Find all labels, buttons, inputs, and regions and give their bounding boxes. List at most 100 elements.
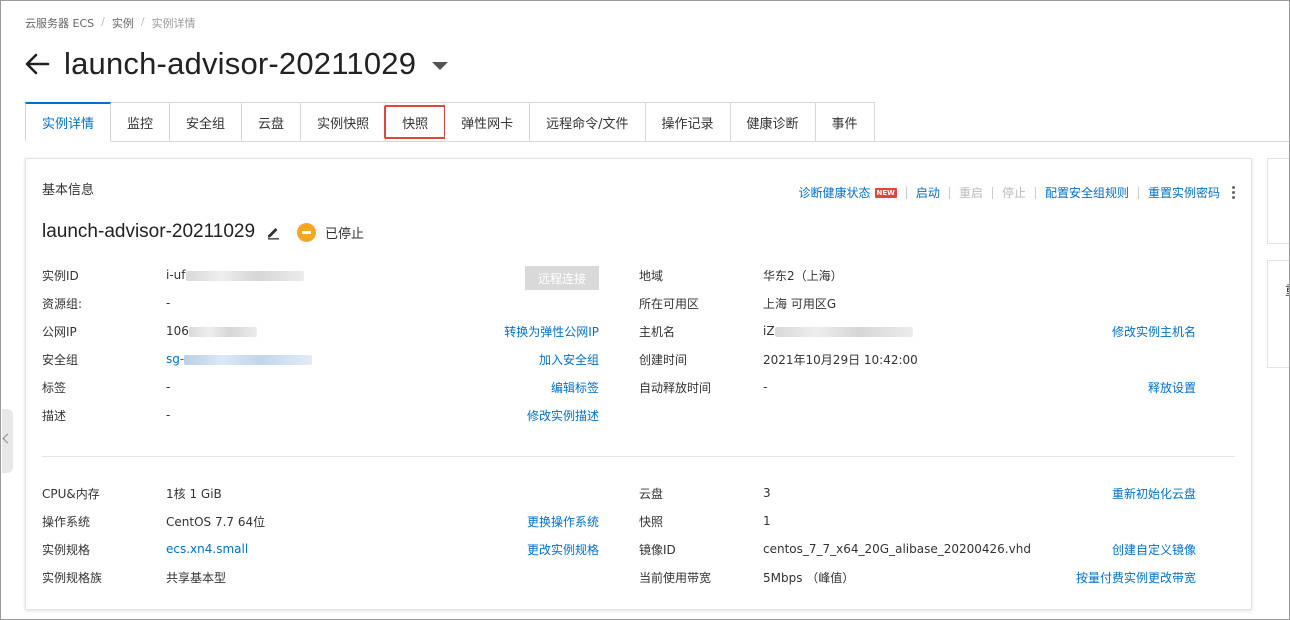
value: centos_7_7_x64_20G_alibase_20200426.vhd [763,542,1031,556]
value: - [763,380,768,394]
tab-label: 安全组 [186,116,226,132]
row-image-id: 镜像ID centos_7_7_x64_20G_alibase_20200426… [26,541,1253,557]
tab-label: 监控 [127,116,154,132]
tab-health-diagnosis[interactable]: 健康诊断 [730,102,816,142]
redacted-blur [774,326,913,337]
config-sg-rules-link[interactable]: 配置安全组规则 [1045,184,1129,201]
label: 自动释放时间 [639,380,712,395]
label: 地域 [639,268,664,283]
stop-button[interactable]: 停止 [1002,184,1026,201]
row-region: 地域 华东2（上海） [26,267,1253,283]
value: 上海 可用区G [763,296,837,311]
reset-password-link[interactable]: 重置实例密码 [1148,184,1220,201]
row-snapshots: 快照 1 [26,513,1253,529]
side-panel-card [1267,260,1289,368]
breadcrumb-separator: / [140,15,145,28]
page: 云服务器 ECS / 实例 / 实例详情 launch-advisor-2021… [2,2,1289,619]
disk-count-link[interactable]: 3 [763,486,771,500]
row-zone: 所在可用区 上海 可用区G [26,295,1253,311]
reinit-disk-link[interactable]: 重新初始化云盘 [1112,485,1196,502]
card-title: 基本信息 [42,183,95,198]
label: 当前使用带宽 [639,570,712,585]
hostname-value: iZ [763,324,775,338]
tab-eni[interactable]: 弹性网卡 [445,102,531,142]
tab-security-group[interactable]: 安全组 [170,102,243,142]
window-frame: 云服务器 ECS / 实例 / 实例详情 launch-advisor-2021… [0,0,1290,620]
divider [1137,186,1139,199]
instance-name: launch-advisor-20211029 [42,221,256,242]
label: 描述 [42,408,67,423]
sidebar-toggle-handle[interactable] [2,409,13,473]
row-disks: 云盘 3 重新初始化云盘 [26,485,1253,501]
breadcrumb: 云服务器 ECS / 实例 / 实例详情 [25,15,196,31]
row-bandwidth: 当前使用带宽 5Mbps （峰值） 按量付费实例更改带宽 [26,569,1253,585]
row-description: 描述 - 修改实例描述 [26,407,626,423]
divider [991,186,993,199]
snapshot-count-link[interactable]: 1 [763,514,771,528]
breadcrumb-current: 实例详情 [151,17,196,30]
create-custom-image-link[interactable]: 创建自定义镜像 [1112,541,1196,558]
page-title: launch-advisor-20211029 [64,46,417,81]
tab-label: 实例快照 [317,116,370,132]
tab-label: 云盘 [258,116,285,132]
tab-instance-details[interactable]: 实例详情 [25,102,112,142]
label: 创建时间 [639,352,688,367]
label: 所在可用区 [639,296,700,311]
tab-instance-snapshots[interactable]: 实例快照 [301,102,387,142]
back-arrow-icon[interactable] [24,51,50,77]
tab-label: 健康诊断 [746,116,799,132]
restart-button[interactable]: 重启 [959,184,983,201]
basic-info-card: 基本信息 诊断健康状态 NEW 启动 重启 停止 配置安全组规则 重置实例密码 … [25,158,1252,610]
tab-monitoring[interactable]: 监控 [111,102,171,142]
label: 主机名 [639,324,676,339]
chevron-down-icon[interactable] [432,62,449,70]
divider [948,186,950,199]
section-divider [42,456,1235,457]
instance-header: launch-advisor-20211029 已停止 [42,221,364,243]
chevron-left-icon [2,433,13,444]
row-hostname: 主机名 iZ 修改实例主机名 [26,323,1253,339]
breadcrumb-instances[interactable]: 实例 [112,15,134,31]
tab-snapshots[interactable]: 快照 [384,102,447,142]
new-badge: NEW [874,187,897,198]
tab-bar: 实例详情 监控 安全组 云盘 实例快照 快照 弹性网卡 远程命令/文件 操作记录… [25,102,875,142]
divider [905,186,907,199]
tab-label: 操作记录 [661,116,714,132]
release-settings-link[interactable]: 释放设置 [1148,379,1196,396]
action-bar: 诊断健康状态 NEW 启动 重启 停止 配置安全组规则 重置实例密码 [799,184,1235,201]
more-vertical-icon[interactable] [1232,186,1235,199]
label: 快照 [639,514,664,529]
change-bandwidth-link[interactable]: 按量付费实例更改带宽 [1076,569,1196,586]
tab-label: 事件 [831,116,858,132]
status-text: 已停止 [325,226,365,242]
tab-label: 弹性网卡 [461,116,514,132]
diagnose-health-link[interactable]: 诊断健康状态 [799,184,871,201]
edit-description-link[interactable]: 修改实例描述 [527,407,599,424]
title-row: launch-advisor-20211029 [24,46,449,82]
side-panel-text: 重 [1285,280,1289,299]
breadcrumb-separator: / [101,15,105,28]
row-created-time: 创建时间 2021年10月29日 10:42:00 [26,351,1253,367]
label: 镜像ID [639,542,676,557]
value: iZ [763,324,913,338]
stopped-status-icon [297,222,317,242]
value: - [166,408,171,422]
divider [1034,186,1036,199]
value: 华东2（上海） [763,268,843,283]
tab-events[interactable]: 事件 [815,102,875,142]
tab-disks[interactable]: 云盘 [242,102,302,142]
start-button[interactable]: 启动 [916,184,940,201]
value: 2021年10月29日 10:42:00 [763,352,918,367]
row-auto-release: 自动释放时间 - 释放设置 [26,379,1253,395]
edit-hostname-link[interactable]: 修改实例主机名 [1112,323,1196,340]
tab-label: 快照 [402,116,429,132]
edit-pencil-icon[interactable] [265,224,281,240]
tab-operation-logs[interactable]: 操作记录 [645,102,731,142]
value: 5Mbps （峰值） [763,570,855,585]
tab-label: 远程命令/文件 [546,116,629,132]
label: 云盘 [639,486,664,501]
breadcrumb-ecs[interactable]: 云服务器 ECS [25,15,94,31]
tab-remote-commands[interactable]: 远程命令/文件 [530,102,646,142]
tab-label: 实例详情 [42,117,95,132]
side-panel-card [1267,158,1289,244]
